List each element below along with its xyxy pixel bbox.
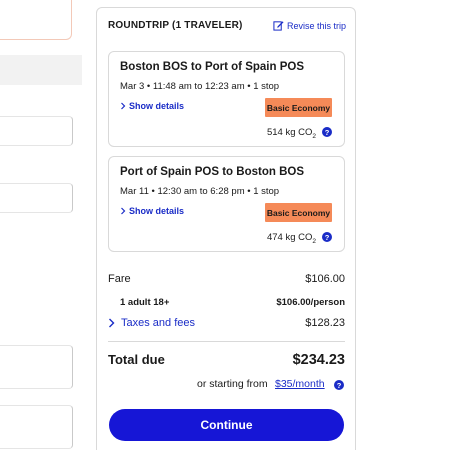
show-details-label: Show details — [129, 206, 185, 216]
trip-title: ROUNDTRIP (1 TRAVELER) — [108, 20, 243, 31]
previous-input-box[interactable] — [0, 116, 73, 146]
flight-times: Mar 11 • 12:30 am to 6:28 pm • 1 stop — [120, 186, 280, 197]
show-details-link[interactable]: Show details — [120, 101, 184, 111]
taxes-toggle[interactable]: Taxes and fees — [108, 317, 195, 329]
total-value: $234.23 — [292, 352, 345, 368]
chevron-right-icon — [109, 318, 115, 328]
total-label: Total due — [108, 352, 165, 367]
flight-route: Port of Spain POS to Boston BOS — [120, 166, 304, 178]
flight-route: Boston BOS to Port of Spain POS — [120, 61, 304, 73]
fare-value: $106.00 — [305, 273, 345, 285]
previous-card — [0, 0, 72, 40]
co2-subscript: 2 — [312, 237, 316, 245]
previous-column — [0, 0, 82, 450]
trip-summary-panel: ROUNDTRIP (1 TRAVELER) Revise this trip … — [96, 7, 356, 450]
financing-prefix: or starting from — [197, 378, 268, 390]
previous-card-box — [0, 345, 73, 389]
co2-subscript: 2 — [312, 132, 316, 140]
financing-amount-link[interactable]: $35/month — [275, 378, 325, 390]
taxes-label: Taxes and fees — [121, 317, 195, 329]
info-icon[interactable]: ? — [334, 380, 344, 390]
continue-button[interactable]: Continue — [109, 409, 344, 441]
edit-icon — [273, 21, 284, 31]
adult-fare-row: 1 adult 18+ $106.00/person — [108, 297, 345, 313]
taxes-value: $128.23 — [305, 317, 345, 329]
divider — [108, 341, 345, 342]
show-details-link[interactable]: Show details — [120, 206, 184, 216]
fare-class-badge: Basic Economy — [265, 203, 332, 222]
revise-trip-link[interactable]: Revise this trip — [273, 20, 346, 31]
revise-trip-label: Revise this trip — [286, 20, 346, 31]
co2-value: 514 kg CO — [266, 127, 313, 138]
info-icon[interactable]: ? — [322, 127, 332, 137]
co2-emissions: 514 kg CO2 — [267, 127, 316, 140]
taxes-row: Taxes and fees $128.23 — [108, 317, 345, 333]
chevron-right-icon — [121, 207, 126, 215]
fare-label: Fare — [108, 273, 131, 285]
previous-card-box — [0, 405, 73, 449]
chevron-right-icon — [121, 102, 126, 110]
previous-section-bar — [0, 55, 82, 85]
total-row: Total due $234.23 — [108, 352, 345, 370]
flight-times: Mar 3 • 11:48 am to 12:23 am • 1 stop — [120, 81, 280, 92]
co2-emissions: 474 kg CO2 — [267, 232, 316, 245]
show-details-label: Show details — [129, 101, 185, 111]
flight-card-outbound: Boston BOS to Port of Spain POS Mar 3 • … — [108, 51, 345, 147]
fare-row: Fare $106.00 — [108, 273, 345, 289]
info-icon[interactable]: ? — [322, 232, 332, 242]
fare-class-badge: Basic Economy — [265, 98, 332, 117]
summary-header: ROUNDTRIP (1 TRAVELER) Revise this trip — [108, 20, 346, 36]
co2-value: 474 kg CO — [266, 232, 313, 243]
adult-label: 1 adult 18+ — [120, 297, 170, 308]
previous-input-box[interactable] — [0, 183, 73, 213]
financing-offer: or starting from $35/month ? — [97, 378, 355, 392]
flight-card-return: Port of Spain POS to Boston BOS Mar 11 •… — [108, 156, 345, 252]
adult-value: $106.00/person — [276, 297, 345, 308]
